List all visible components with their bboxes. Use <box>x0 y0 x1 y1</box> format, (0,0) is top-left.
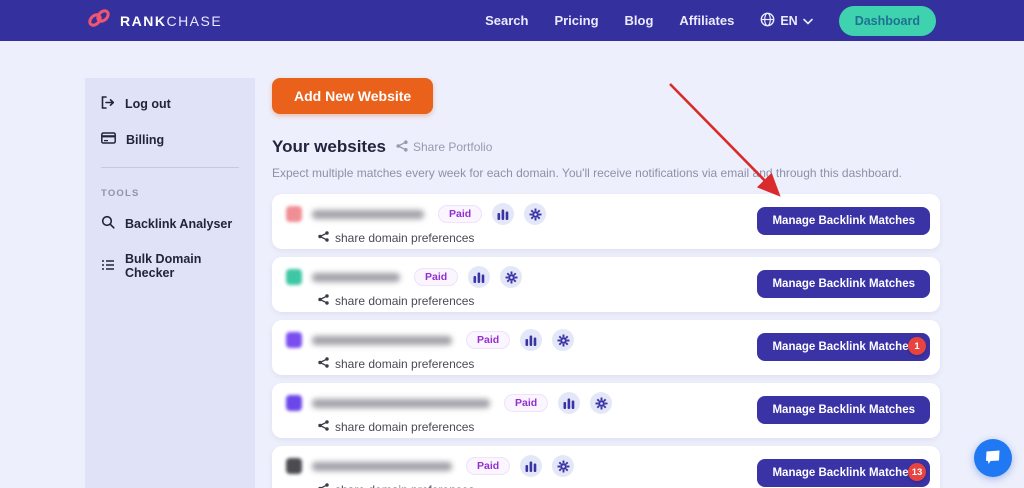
dashboard-description: Expect multiple matches every week for e… <box>272 166 902 180</box>
sidebar-item-logout[interactable]: Log out <box>101 96 239 112</box>
stats-button[interactable] <box>492 203 515 225</box>
nav-link-search[interactable]: Search <box>485 13 528 28</box>
website-card: Paid <box>272 446 940 488</box>
manage-backlink-matches-button[interactable]: Manage Backlink Matches <box>757 207 930 235</box>
stats-button[interactable] <box>468 266 491 288</box>
site-domain-blurred <box>312 335 452 345</box>
sidebar-divider <box>101 167 239 168</box>
page-title: Your websites <box>272 137 386 156</box>
share-preferences-label: share domain preferences <box>335 231 475 245</box>
manage-backlink-matches-button[interactable]: Manage Backlink Matches <box>757 270 930 298</box>
chat-launcher-button[interactable] <box>974 439 1012 477</box>
page: RANKCHASE Search Pricing Blog Affiliates… <box>0 0 1024 488</box>
share-preferences-label: share domain preferences <box>335 294 475 308</box>
website-card: Paid <box>272 383 940 438</box>
nav-link-affiliates[interactable]: Affiliates <box>679 13 734 28</box>
rankchase-chain-icon <box>86 7 112 34</box>
sidebar-item-label: Log out <box>125 97 171 111</box>
bar-chart-icon <box>525 335 537 346</box>
site-domain-blurred <box>312 461 452 471</box>
bar-chart-icon <box>525 461 537 472</box>
paid-badge: Paid <box>504 394 549 412</box>
language-label: EN <box>780 13 798 28</box>
share-icon <box>318 231 329 245</box>
nav-link-pricing[interactable]: Pricing <box>554 13 598 28</box>
paid-badge: Paid <box>466 457 511 475</box>
main-content: Add New Website Your websites Share Port… <box>272 78 940 488</box>
paid-badge: Paid <box>438 205 483 223</box>
stats-button[interactable] <box>520 455 543 477</box>
language-selector[interactable]: EN <box>760 12 813 30</box>
bar-chart-icon <box>473 272 485 283</box>
share-icon <box>318 483 329 488</box>
sidebar: Log out Billing TOOLS Backlink Analyser <box>85 78 255 488</box>
site-favicon <box>286 269 302 285</box>
notification-badge: 13 <box>908 463 926 481</box>
share-icon <box>318 294 329 308</box>
settings-button[interactable] <box>552 329 575 351</box>
sidebar-item-bulk-domain-checker[interactable]: Bulk Domain Checker <box>101 252 239 280</box>
notification-badge: 1 <box>908 337 926 355</box>
settings-button[interactable] <box>552 455 575 477</box>
bar-chart-icon <box>497 209 509 220</box>
globe-icon <box>760 12 775 30</box>
settings-button[interactable] <box>524 203 547 225</box>
share-icon <box>318 420 329 434</box>
site-favicon <box>286 332 302 348</box>
chat-bubble-icon <box>986 450 1000 464</box>
share-preferences-label: share domain preferences <box>335 483 474 488</box>
nav-links: Search Pricing Blog Affiliates EN Dashbo… <box>485 5 936 36</box>
sidebar-item-label: Bulk Domain Checker <box>125 252 202 280</box>
bar-chart-icon <box>563 398 575 409</box>
paid-badge: Paid <box>466 331 511 349</box>
website-card: Paid <box>272 257 940 312</box>
gear-icon <box>595 397 608 409</box>
website-card: Paid <box>272 320 940 375</box>
gear-icon <box>557 334 570 346</box>
brand-name: RANKCHASE <box>120 12 223 29</box>
gear-icon <box>505 271 518 283</box>
sidebar-item-label: Billing <box>126 132 165 147</box>
list-icon <box>101 259 115 274</box>
gear-icon <box>529 208 542 220</box>
share-preferences-label: share domain preferences <box>335 357 475 371</box>
site-favicon <box>286 206 302 222</box>
settings-button[interactable] <box>500 266 523 288</box>
share-preferences-label: share domain preferences <box>335 420 475 434</box>
share-icon <box>318 357 329 371</box>
share-portfolio-label: Share Portfolio <box>413 140 493 154</box>
billing-icon <box>101 132 116 147</box>
top-navbar: RANKCHASE Search Pricing Blog Affiliates… <box>0 0 1024 41</box>
site-domain-blurred <box>312 272 400 282</box>
sidebar-item-backlink-analyser[interactable]: Backlink Analyser <box>101 215 239 232</box>
website-list: Paid share domain preferences Manage Bac… <box>272 194 940 488</box>
add-new-website-button[interactable]: Add New Website <box>272 78 434 114</box>
manage-backlink-matches-button[interactable]: Manage Backlink Matches 1 <box>757 333 930 361</box>
dashboard-button[interactable]: Dashboard <box>838 5 936 36</box>
manage-backlink-matches-button[interactable]: Manage Backlink Matches 13 <box>757 459 930 487</box>
stats-button[interactable] <box>558 392 581 414</box>
settings-button[interactable] <box>590 392 613 414</box>
sidebar-section-tools: TOOLS <box>101 188 140 199</box>
brand-logo[interactable]: RANKCHASE <box>86 7 222 34</box>
search-icon <box>101 215 115 232</box>
share-icon <box>396 139 408 155</box>
paid-badge: Paid <box>414 268 459 286</box>
manage-backlink-matches-button[interactable]: Manage Backlink Matches <box>757 396 930 424</box>
website-card: Paid <box>272 194 940 249</box>
site-favicon <box>286 395 302 411</box>
site-domain-blurred <box>312 398 490 408</box>
site-domain-blurred <box>312 209 424 219</box>
nav-link-blog[interactable]: Blog <box>625 13 654 28</box>
logout-icon <box>101 96 115 112</box>
share-portfolio-link[interactable]: Share Portfolio <box>396 139 493 155</box>
sidebar-item-label: Backlink Analyser <box>125 216 233 231</box>
chevron-down-icon <box>802 14 813 28</box>
sidebar-item-billing[interactable]: Billing <box>101 132 239 147</box>
gear-icon <box>557 460 570 472</box>
stats-button[interactable] <box>520 329 543 351</box>
site-favicon <box>286 458 302 474</box>
